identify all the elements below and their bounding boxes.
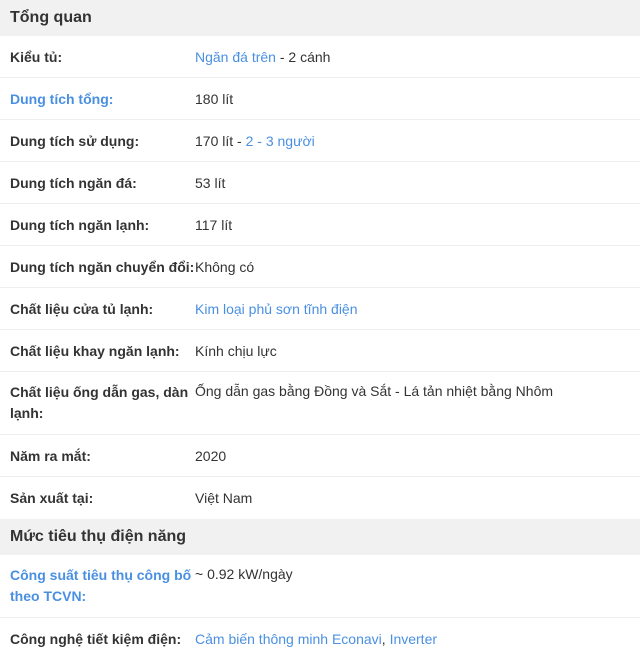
spec-label: Dung tích ngăn chuyển đổi: xyxy=(10,258,195,275)
spec-row-made-in: Sản xuất tại: Việt Nam xyxy=(0,477,640,519)
spec-row-gas-pipe-material: Chất liệu ống dẫn gas, dàn lạnh: Ống dẫn … xyxy=(0,372,640,435)
spec-value: Ngăn đá trên - 2 cánh xyxy=(195,49,640,65)
spec-value: 170 lít - 2 - 3 người xyxy=(195,133,640,149)
spec-value: 2020 xyxy=(195,447,227,464)
spec-label-line: theo TCVN: xyxy=(10,588,87,604)
spec-value: Kim loại phủ sơn tĩnh điện xyxy=(195,301,640,317)
spec-value: Cảm biến thông minh Econavi, Inverter xyxy=(195,631,640,647)
spec-value: 53 lít xyxy=(195,174,226,191)
spec-row-fridge-type: Kiểu tủ: Ngăn đá trên - 2 cánh xyxy=(0,36,640,78)
total-capacity-link[interactable]: Dung tích tổng: xyxy=(0,91,195,107)
spec-row-power-consumption: Công suất tiêu thụ công bố theo TCVN: ~ 0… xyxy=(0,555,640,618)
spec-label: Kiểu tủ: xyxy=(10,48,63,65)
spec-label: Chất liệu cửa tủ lạnh: xyxy=(10,300,154,317)
spec-value-text: 170 lít - xyxy=(195,132,246,149)
spec-label: Sản xuất tại: xyxy=(10,490,94,506)
fridge-type-link[interactable]: Ngăn đá trên xyxy=(195,49,276,65)
spec-value: Ống dẫn gas bằng Đồng và Sắt - Lá tản nh… xyxy=(195,383,554,399)
spec-value: Kính chịu lực xyxy=(195,342,277,359)
household-size-link[interactable]: 2 - 3 người xyxy=(246,133,315,149)
spec-value: 180 lít xyxy=(195,90,234,107)
door-material-link[interactable]: Kim loại phủ sơn tĩnh điện xyxy=(195,301,358,317)
spec-row-total-capacity: Dung tích tổng: 180 lít xyxy=(0,78,640,120)
spec-row-convertible-capacity: Dung tích ngăn chuyển đổi: Không có xyxy=(0,246,640,288)
spec-row-freezer-capacity: Dung tích ngăn đá: 53 lít xyxy=(0,162,640,204)
spec-row-energy-saving-tech: Công nghệ tiết kiệm điện: Cảm biến thông… xyxy=(0,618,640,660)
spec-row-fridge-capacity: Dung tích ngăn lạnh: 117 lít xyxy=(0,204,640,246)
spec-label: Chất liệu ống dẫn gas, dàn lạnh: xyxy=(0,382,195,424)
section-header-overview: Tổng quan xyxy=(0,0,640,36)
spec-row-tray-material: Chất liệu khay ngăn lạnh: Kính chịu lực xyxy=(0,330,640,372)
spec-label: Công nghệ tiết kiệm điện: xyxy=(10,631,182,647)
spec-label: Dung tích ngăn lạnh: xyxy=(10,216,150,233)
spec-label-line: lạnh: xyxy=(10,405,44,421)
spec-row-door-material: Chất liệu cửa tủ lạnh: Kim loại phủ sơn … xyxy=(0,288,640,330)
spec-value-separator: , xyxy=(381,631,390,647)
specs-table: Tổng quan Kiểu tủ: Ngăn đá trên - 2 cánh… xyxy=(0,0,640,660)
spec-row-usable-capacity: Dung tích sử dụng: 170 lít - 2 - 3 người xyxy=(0,120,640,162)
spec-label: Dung tích sử dụng: xyxy=(10,132,140,149)
spec-row-release-year: Năm ra mắt: 2020 xyxy=(0,435,640,477)
power-consumption-link[interactable]: Công suất tiêu thụ công bố theo TCVN: xyxy=(0,565,195,607)
spec-label: Năm ra mắt: xyxy=(10,447,91,464)
spec-label: Dung tích ngăn đá: xyxy=(10,174,137,191)
spec-label-line: Công suất tiêu thụ công bố xyxy=(10,567,192,583)
inverter-link[interactable]: Inverter xyxy=(390,631,437,647)
spec-value: ~ 0.92 kW/ngày xyxy=(195,566,293,582)
econavi-link[interactable]: Cảm biến thông minh Econavi xyxy=(195,631,382,647)
spec-value-text: - 2 cánh xyxy=(275,48,331,65)
spec-label-line: Chất liệu ống dẫn gas, dàn xyxy=(10,384,189,400)
spec-value: 117 lít xyxy=(195,216,233,233)
spec-value: Việt Nam xyxy=(195,490,253,506)
section-header-power: Mức tiêu thụ điện năng xyxy=(0,519,640,555)
spec-label: Chất liệu khay ngăn lạnh: xyxy=(10,342,180,359)
spec-value: Không có xyxy=(195,258,255,275)
